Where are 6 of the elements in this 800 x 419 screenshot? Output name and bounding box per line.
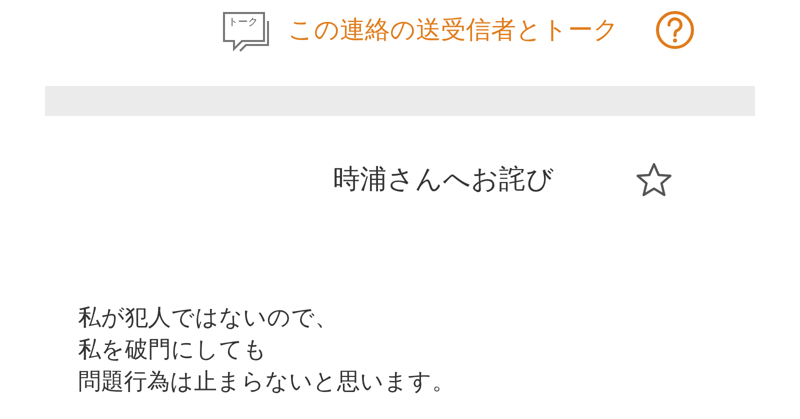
message-line: 私を破門にしても [78, 336, 268, 365]
message-line: 私が犯人ではないので、 [78, 304, 339, 333]
talk-link[interactable]: この連絡の送受信者とトーク [288, 11, 619, 49]
message-line: 問題行為は止まらないと思います。 [78, 368, 456, 397]
help-icon[interactable] [655, 10, 695, 50]
message-subject: 時浦さんへお詫び [333, 162, 554, 197]
